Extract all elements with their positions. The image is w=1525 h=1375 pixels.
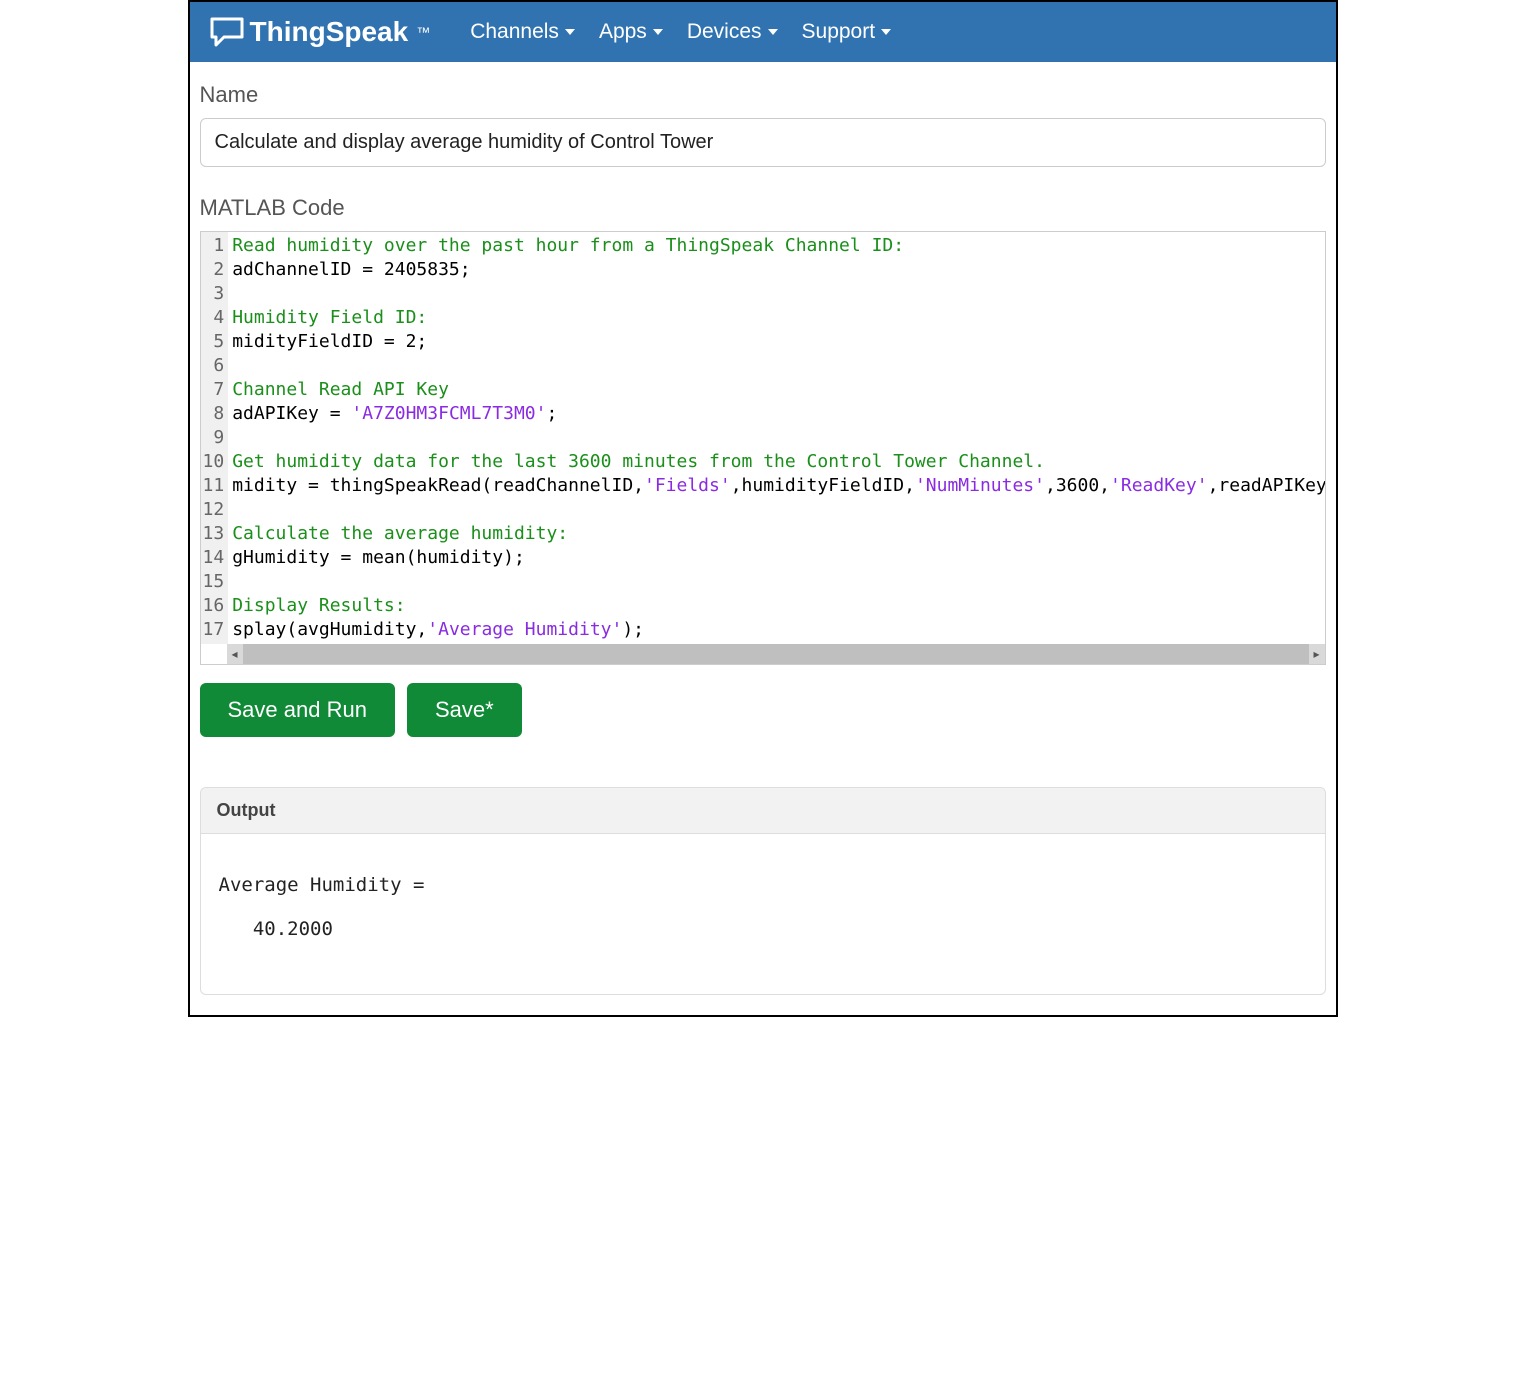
output-header: Output bbox=[201, 788, 1325, 834]
trademark: ™ bbox=[416, 24, 430, 40]
scrollbar-track[interactable] bbox=[243, 644, 1309, 664]
nav-links: Channels Apps Devices Support bbox=[470, 20, 891, 44]
name-input[interactable] bbox=[200, 118, 1326, 167]
brand-logo[interactable]: ThingSpeak ™ bbox=[210, 16, 431, 48]
code-lines[interactable]: Read humidity over the past hour from a … bbox=[228, 232, 1324, 644]
save-button[interactable]: Save* bbox=[407, 683, 522, 737]
navbar: ThingSpeak ™ Channels Apps Devices Suppor… bbox=[190, 2, 1336, 62]
speech-bubble-icon bbox=[210, 17, 244, 47]
nav-item-label: Support bbox=[802, 20, 876, 44]
code-label: MATLAB Code bbox=[200, 195, 1326, 221]
scroll-right-icon[interactable]: ▸ bbox=[1309, 644, 1325, 664]
horizontal-scrollbar[interactable]: ◂ ▸ bbox=[227, 644, 1325, 664]
output-panel: Output Average Humidity = 40.2000 bbox=[200, 787, 1326, 995]
nav-item-apps[interactable]: Apps bbox=[599, 20, 663, 44]
caret-down-icon bbox=[881, 29, 891, 35]
nav-item-support[interactable]: Support bbox=[802, 20, 892, 44]
content-area: Name MATLAB Code 12345678910111213141516… bbox=[190, 62, 1336, 1015]
nav-item-label: Devices bbox=[687, 20, 762, 44]
code-editor[interactable]: 1234567891011121314151617 Read humidity … bbox=[200, 231, 1326, 665]
brand-text: ThingSpeak bbox=[250, 16, 409, 48]
nav-item-devices[interactable]: Devices bbox=[687, 20, 778, 44]
nav-item-channels[interactable]: Channels bbox=[470, 20, 575, 44]
name-label: Name bbox=[200, 82, 1326, 108]
caret-down-icon bbox=[565, 29, 575, 35]
output-body: Average Humidity = 40.2000 bbox=[201, 834, 1325, 994]
scroll-left-icon[interactable]: ◂ bbox=[227, 644, 243, 664]
button-row: Save and Run Save* bbox=[200, 683, 1326, 737]
nav-item-label: Apps bbox=[599, 20, 647, 44]
nav-item-label: Channels bbox=[470, 20, 559, 44]
caret-down-icon bbox=[653, 29, 663, 35]
save-and-run-button[interactable]: Save and Run bbox=[200, 683, 395, 737]
caret-down-icon bbox=[768, 29, 778, 35]
code-gutter: 1234567891011121314151617 bbox=[201, 232, 229, 644]
